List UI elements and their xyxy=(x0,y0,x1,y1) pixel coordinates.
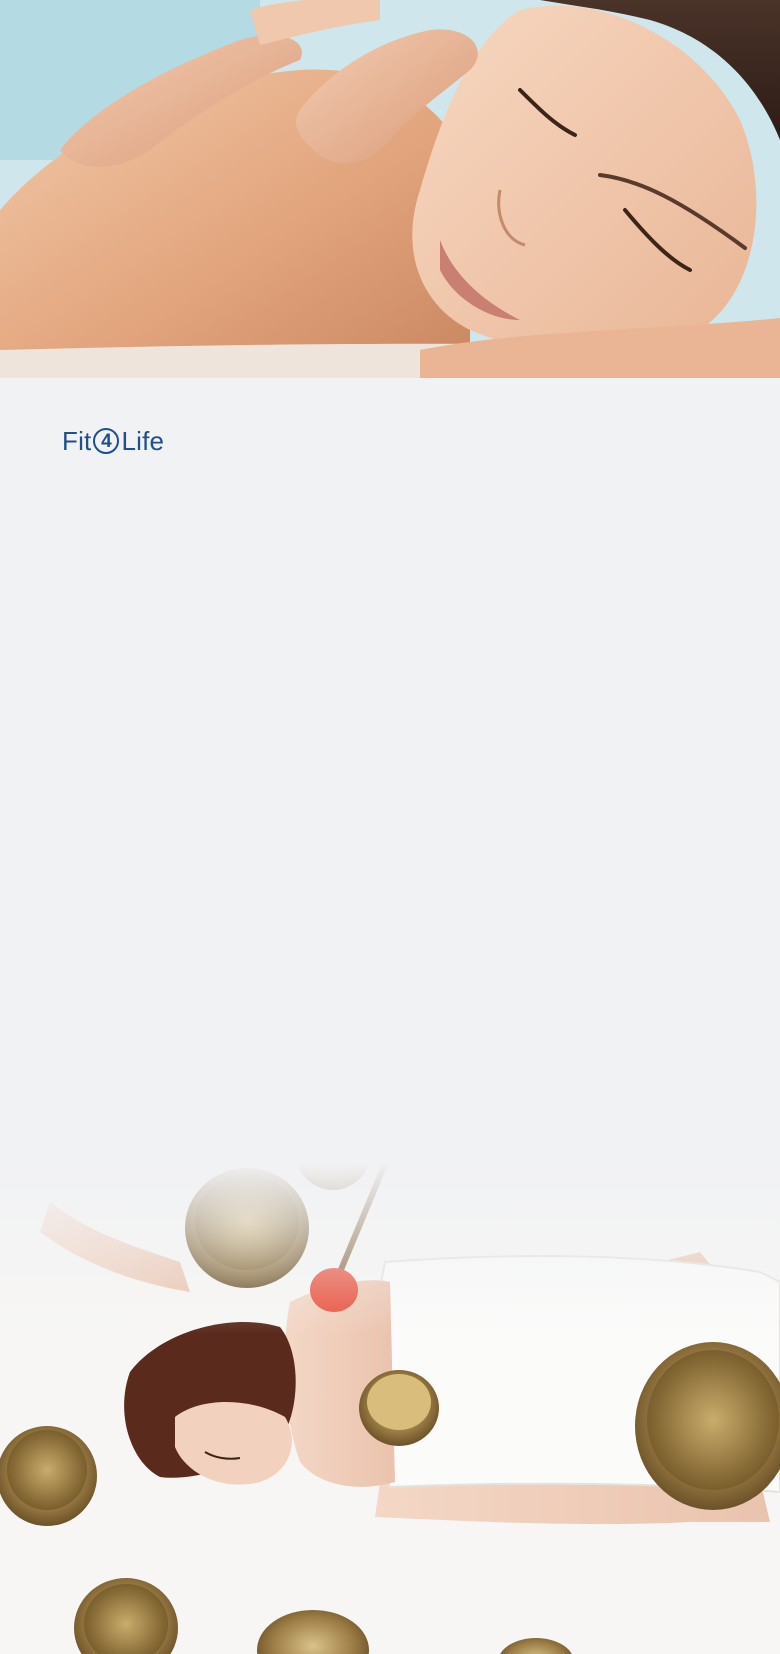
brand-suffix: Life xyxy=(121,426,165,456)
singing-bowls-photo xyxy=(0,1162,780,1654)
brand-number-circle: 4 xyxy=(93,428,120,454)
hero-illustration xyxy=(0,0,780,378)
brand-logo: Fit 4 Life xyxy=(62,424,164,458)
hero-massage-photo xyxy=(0,0,780,378)
bowls-illustration xyxy=(0,1162,780,1654)
brand-prefix: Fit xyxy=(62,426,92,456)
